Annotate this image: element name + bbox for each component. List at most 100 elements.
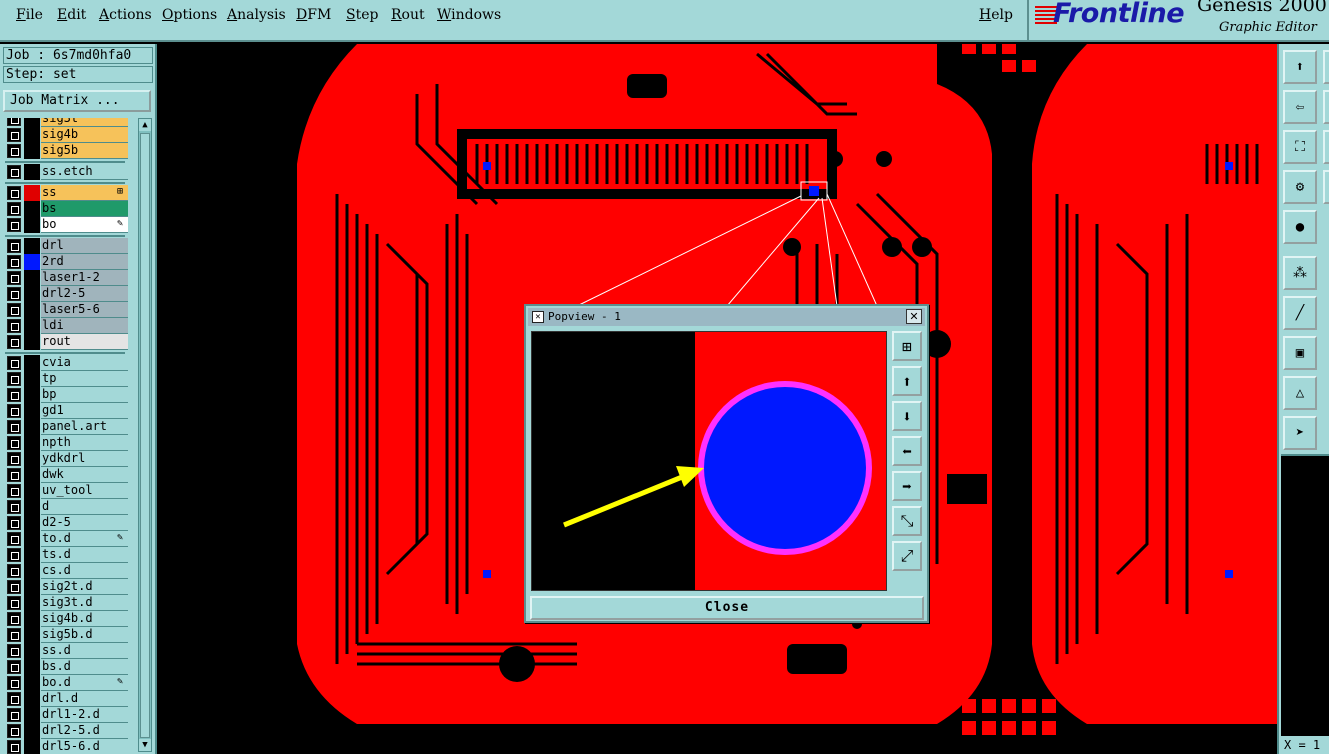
layer-row[interactable]: ss.etch [5,164,128,180]
menu-edit[interactable]: Edit [57,7,86,23]
fit-view-icon[interactable]: ⛶ [1283,130,1317,164]
layer-row[interactable]: tp [5,371,128,387]
layer-name[interactable]: drl2-5 [41,286,128,302]
window-menu-icon[interactable]: ✕ [532,311,544,323]
layer-color-swatch[interactable] [24,547,40,563]
layer-checkbox[interactable] [7,596,21,610]
layer-checkbox[interactable] [7,644,21,658]
layer-color-swatch[interactable] [24,127,40,143]
layer-name[interactable]: sig3t [41,118,128,127]
menu-windows[interactable]: Windows [437,7,501,23]
layer-name[interactable]: laser5-6 [41,302,128,318]
layer-checkbox[interactable] [7,255,21,269]
layer-checkbox[interactable] [7,303,21,317]
layer-checkbox[interactable] [7,452,21,466]
layer-row[interactable]: npth [5,435,128,451]
layer-checkbox[interactable] [7,319,21,333]
layer-row[interactable]: ts.d [5,547,128,563]
layer-name[interactable]: sig3t.d [41,595,128,611]
layer-checkbox[interactable] [7,420,21,434]
popview-down-icon[interactable]: ⬇ [892,401,922,431]
toolbar-column-2d[interactable] [1323,170,1329,204]
layer-row[interactable]: laser1-2 [5,270,128,286]
layer-checkbox[interactable] [7,436,21,450]
layer-row[interactable]: sig5b.d [5,627,128,643]
layer-name[interactable]: drl1-2.d [41,707,128,723]
layer-color-swatch[interactable] [24,659,40,675]
layer-color-swatch[interactable] [24,643,40,659]
layer-color-swatch[interactable] [24,435,40,451]
layer-color-swatch[interactable] [24,451,40,467]
select-pointer-icon[interactable]: ➤ [1283,416,1317,450]
layer-color-swatch[interactable] [24,579,40,595]
layer-name[interactable]: drl [41,238,128,254]
layer-row[interactable]: panel.art [5,419,128,435]
layer-row[interactable]: sig4b.d [5,611,128,627]
layer-checkbox[interactable] [7,628,21,642]
popview-canvas[interactable] [531,331,887,591]
layer-checkbox[interactable] [7,740,21,754]
layer-name[interactable]: d [41,499,128,515]
layer-color-swatch[interactable] [24,483,40,499]
popview-left-icon[interactable]: ⬅ [892,436,922,466]
layer-row[interactable]: drl2-5 [5,286,128,302]
menu-actions[interactable]: Actions [99,7,152,23]
layer-row[interactable]: d [5,499,128,515]
layer-color-swatch[interactable] [24,531,40,547]
layer-row[interactable]: d2-5 [5,515,128,531]
layer-color-swatch[interactable] [24,164,40,180]
layer-name[interactable]: sig4b.d [41,611,128,627]
layer-color-swatch[interactable] [24,118,40,127]
layer-checkbox[interactable] [7,548,21,562]
layer-row[interactable]: gd1 [5,403,128,419]
layer-color-swatch[interactable] [24,499,40,515]
job-matrix-button[interactable]: Job Matrix ... [3,90,151,112]
layer-name[interactable]: d2-5 [41,515,128,531]
layer-color-swatch[interactable] [24,334,40,350]
layer-row[interactable]: bo ✎ [5,217,128,233]
layer-name[interactable]: bo [41,217,128,233]
layer-name[interactable]: npth [41,435,128,451]
layer-checkbox[interactable] [7,118,21,126]
layer-row[interactable]: cvia [5,355,128,371]
layer-color-swatch[interactable] [24,515,40,531]
layer-name[interactable]: cvia [41,355,128,371]
layer-color-swatch[interactable] [24,707,40,723]
layer-name[interactable]: tp [41,371,128,387]
menu-file[interactable]: File [16,7,43,23]
layer-checkbox[interactable] [7,468,21,482]
layer-checkbox[interactable] [7,287,21,301]
scroll-thumb[interactable] [140,133,150,738]
snap-icon[interactable]: ● [1283,210,1317,244]
layer-name[interactable]: rout [41,334,128,350]
layer-name[interactable]: ss.etch [41,164,128,180]
layer-color-swatch[interactable] [24,238,40,254]
draw-line-icon[interactable]: ╱ [1283,296,1317,330]
menu-help[interactable]: Help [979,7,1013,23]
layer-row[interactable]: bp [5,387,128,403]
layer-name[interactable]: bs [41,201,128,217]
popview-zoom-out-icon[interactable]: ⤡ [892,506,922,536]
toolbar-column-2c[interactable] [1323,130,1329,164]
layer-checkbox[interactable] [7,580,21,594]
layer-name[interactable]: ss [41,185,128,201]
menu-step[interactable]: Step [346,7,378,23]
layer-color-swatch[interactable] [24,302,40,318]
menu-analysis[interactable]: Analysis [227,7,286,23]
layer-row[interactable]: dwk [5,467,128,483]
layer-row[interactable]: cs.d [5,563,128,579]
layer-name[interactable]: drl2-5.d [41,723,128,739]
toolbar-column-2b[interactable] [1323,90,1329,124]
layer-row[interactable]: uv_tool [5,483,128,499]
layer-name[interactable]: ydkdrl [41,451,128,467]
layer-checkbox[interactable] [7,356,21,370]
layer-color-swatch[interactable] [24,739,40,754]
layer-checkbox[interactable] [7,676,21,690]
layer-row[interactable]: sig2t.d [5,579,128,595]
layer-color-swatch[interactable] [24,201,40,217]
layer-row[interactable]: bs [5,201,128,217]
netlist-icon[interactable]: ⁂ [1283,256,1317,290]
layer-checkbox[interactable] [7,202,21,216]
layer-name[interactable]: sig2t.d [41,579,128,595]
layer-color-swatch[interactable] [24,595,40,611]
